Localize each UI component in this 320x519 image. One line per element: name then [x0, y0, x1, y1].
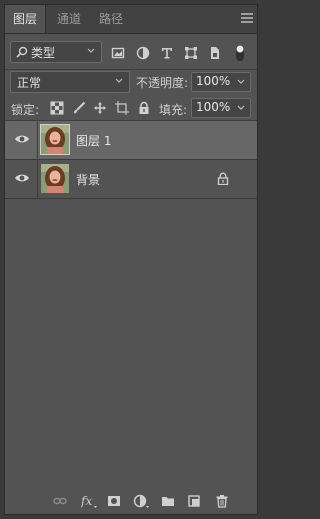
link-layers-icon[interactable]	[53, 494, 67, 508]
layer-thumbnail-image	[41, 125, 69, 154]
divider	[37, 160, 38, 198]
new-adjustment-layer-icon[interactable]	[133, 494, 149, 508]
new-group-icon[interactable]	[161, 494, 175, 508]
eye-icon[interactable]	[14, 133, 30, 145]
chevron-down-icon[interactable]	[236, 103, 246, 113]
panel-footer: fx	[5, 488, 257, 514]
lock-label: 锁定:	[11, 103, 40, 117]
lock-position-icon[interactable]	[93, 101, 107, 115]
lock-transparent-pixels-icon[interactable]	[50, 101, 64, 115]
opacity-label: 不透明度:	[136, 76, 189, 90]
svg-text:fx: fx	[81, 494, 92, 508]
tab-paths[interactable]: 路径	[91, 5, 131, 33]
filter-toggle-icon[interactable]	[235, 44, 245, 62]
filter-kind-label: 类型	[31, 46, 56, 60]
filter-row: 类型	[5, 37, 257, 69]
lock-all-icon[interactable]	[137, 101, 151, 115]
new-layer-icon[interactable]	[187, 494, 201, 508]
layer-thumbnail[interactable]	[40, 163, 70, 194]
chevron-down-icon	[87, 48, 95, 53]
layer-row[interactable]: 背景	[5, 160, 257, 199]
opacity-value: 100%	[196, 74, 231, 88]
blend-mode-select[interactable]: 正常	[10, 71, 130, 93]
layer-name[interactable]: 背景	[76, 171, 100, 188]
lock-icon	[217, 172, 229, 185]
filter-kind-select[interactable]: 类型	[10, 41, 102, 63]
pixel-filter-icon[interactable]	[111, 46, 125, 60]
lock-image-pixels-icon[interactable]	[72, 101, 86, 115]
eye-icon[interactable]	[14, 172, 30, 184]
blend-row: 正常 不透明度: 100%	[5, 69, 257, 97]
shape-filter-icon[interactable]	[184, 46, 198, 60]
opacity-input[interactable]: 100%	[191, 72, 251, 92]
delete-layer-icon[interactable]	[215, 494, 229, 508]
blend-mode-value: 正常	[17, 76, 42, 90]
panel-menu-icon[interactable]	[241, 13, 253, 25]
divider	[37, 121, 38, 159]
chevron-down-icon	[115, 78, 123, 83]
layers-panel: 图层 通道 路径 类型 正常 不透明度: 100% 锁定: 填充: 100% 图…	[4, 4, 258, 515]
search-icon	[16, 46, 28, 58]
fill-label: 填充:	[159, 103, 188, 117]
lock-artboard-icon[interactable]	[115, 101, 129, 115]
fx-icon[interactable]: fx	[81, 494, 97, 508]
adjustment-filter-icon[interactable]	[136, 46, 150, 60]
panel-tab-bar: 图层 通道 路径	[5, 5, 257, 34]
fill-value: 100%	[196, 100, 231, 114]
fill-input[interactable]: 100%	[191, 98, 251, 118]
tab-channels[interactable]: 通道	[49, 5, 89, 33]
add-mask-icon[interactable]	[107, 494, 121, 508]
smart-object-filter-icon[interactable]	[208, 46, 222, 60]
layer-thumbnail[interactable]	[40, 124, 70, 155]
tab-layers[interactable]: 图层	[5, 5, 47, 33]
layer-name[interactable]: 图层 1	[76, 132, 111, 149]
chevron-down-icon[interactable]	[236, 77, 246, 87]
layer-thumbnail-image	[41, 164, 69, 193]
layer-row[interactable]: 图层 1	[5, 121, 257, 160]
type-filter-icon[interactable]	[160, 46, 174, 60]
